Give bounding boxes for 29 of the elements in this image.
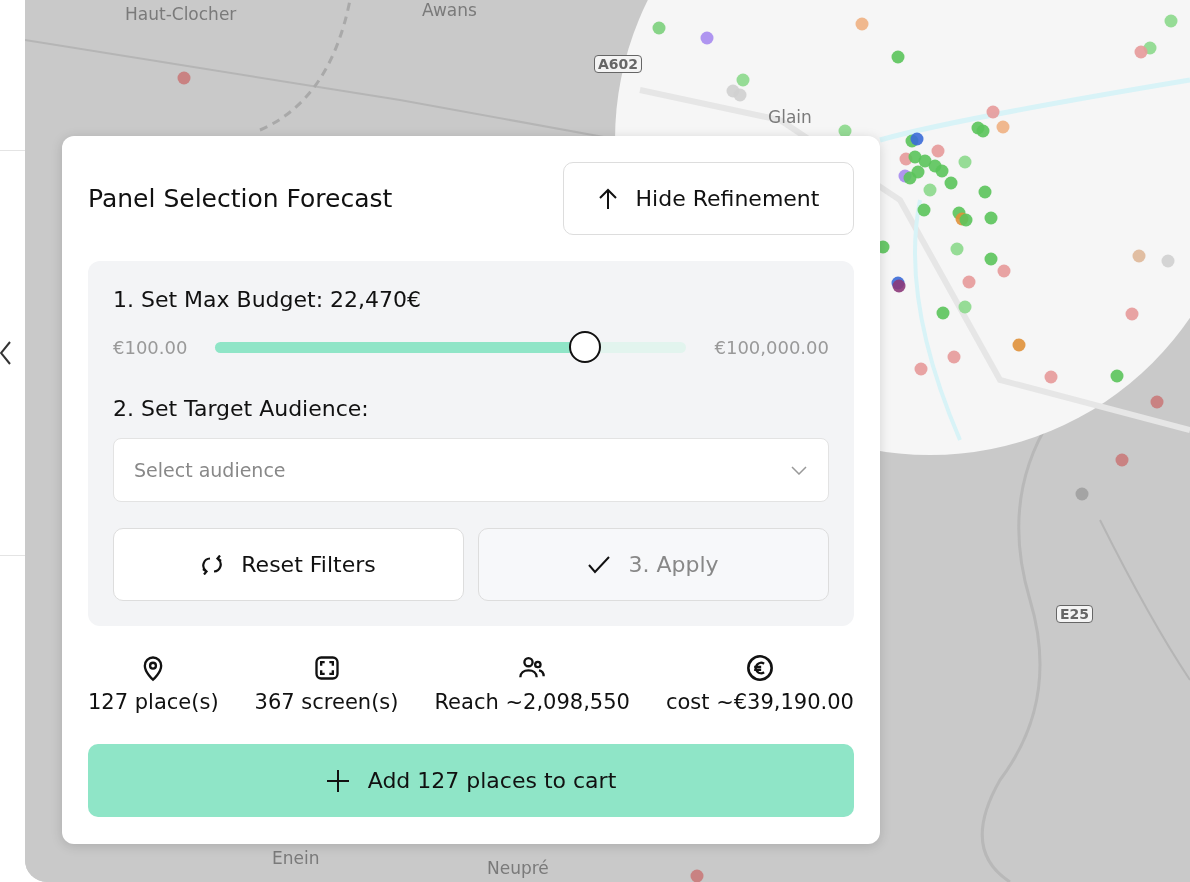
arrow-up-icon: [597, 187, 618, 210]
place-label: Haut-Clocher: [125, 4, 237, 24]
euro-icon: [745, 654, 774, 682]
max-value: €100,000.00: [714, 336, 829, 358]
stat-value: 367 screen(s): [254, 690, 399, 714]
reset-filters-button[interactable]: Reset Filters: [113, 528, 464, 601]
stat-value: Reach ~2,098,550: [434, 690, 630, 714]
budget-label: 1. Set Max Budget: 22,470€: [113, 287, 423, 312]
plus-icon: [325, 768, 350, 793]
audience-dropdown[interactable]: Select audience: [113, 438, 829, 502]
hide-refinement-button[interactable]: Hide Refinement: [563, 162, 854, 235]
slider-thumb[interactable]: [569, 330, 602, 363]
stat-value: cost ~€39,190.00: [665, 690, 854, 714]
panel-title: Panel Selection Forecast: [88, 184, 393, 213]
stat-value: 127 place(s): [88, 690, 219, 714]
place-label: Enein: [272, 848, 320, 868]
checkmark-icon: [588, 555, 611, 574]
audience-label: 2. Set Target Audience:: [113, 396, 370, 421]
road-sign: A602: [594, 55, 643, 73]
frame-icon: [312, 654, 341, 682]
place-label: Glain: [768, 107, 812, 127]
min-value: €100.00: [113, 336, 188, 358]
chevron-left-icon[interactable]: [0, 341, 11, 365]
add-to-cart-button[interactable]: Add 127 places to cart: [88, 744, 854, 817]
refresh-icon: [201, 554, 224, 575]
place-label: Awans: [422, 0, 477, 20]
chevron-down-icon: [791, 466, 807, 475]
road-sign: E25: [1056, 605, 1094, 623]
place-label: Neupré: [487, 858, 549, 878]
